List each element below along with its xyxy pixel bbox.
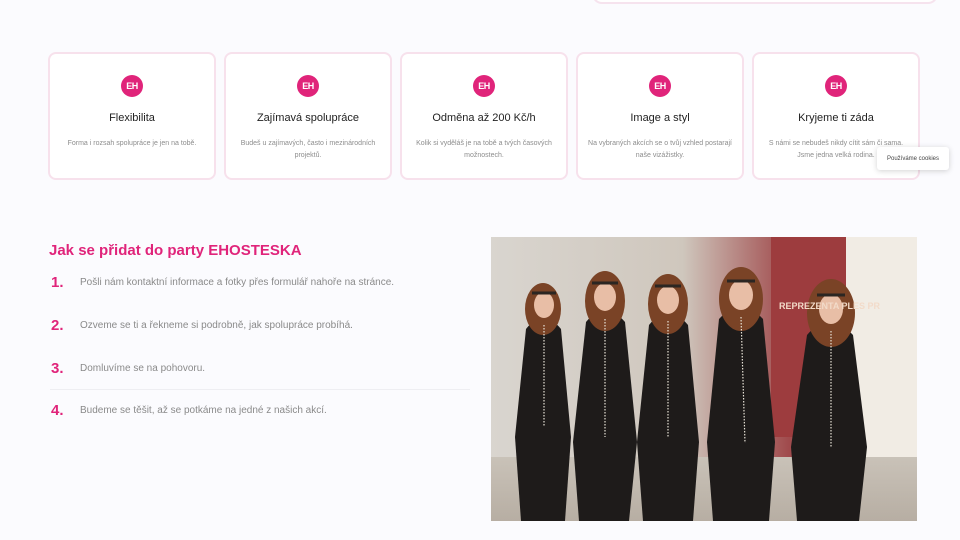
feature-title: Zajímavá spolupráce — [256, 112, 360, 124]
steps-heading: Jak se přidat do party EHOSTESKA — [49, 242, 302, 259]
feature-card-image-style: EH Image a styl Na vybraných akcích se o… — [576, 52, 744, 180]
feature-description: Na vybraných akcích se o tvůj vzhled pos… — [588, 140, 732, 159]
step-text: Budeme se těšit, až se potkáme na jedné … — [80, 405, 327, 416]
eh-logo-icon: EH — [121, 75, 143, 97]
cookie-notice[interactable]: Používáme cookies — [877, 147, 949, 170]
step-number: 3. — [51, 360, 64, 377]
eh-logo-icon: EH — [825, 75, 847, 97]
eh-logo-icon: EH — [649, 75, 671, 97]
step-number: 2. — [51, 317, 64, 334]
feature-title: Image a styl — [630, 112, 690, 124]
step-number: 4. — [51, 402, 64, 419]
step-item: 2. Ozveme se ti a řekneme si podrobně, j… — [51, 317, 353, 334]
step-item: 3. Domluvíme se na pohovoru. — [51, 360, 205, 377]
feature-description: Kolik si vyděláš je na tobě a tvých časo… — [416, 140, 552, 159]
step-item: 4. Budeme se těšit, až se potkáme na jed… — [51, 402, 327, 419]
feature-card-cooperation: EH Zajímavá spolupráce Budeš u zajímavýc… — [224, 52, 392, 180]
step-text: Pošli nám kontaktní informace a fotky př… — [80, 277, 395, 288]
hostesses-group-photo: REPREZENTA PLES PR — [491, 237, 917, 521]
feature-card-flexibility: EH Flexibilita Forma i rozsah spolupráce… — [48, 52, 216, 180]
form-card-bottom-edge — [592, 0, 938, 4]
feature-title: Odměna až 200 Kč/h — [432, 112, 536, 124]
feature-card-reward: EH Odměna až 200 Kč/h Kolik si vyděláš j… — [400, 52, 568, 180]
features-row: EH Flexibilita Forma i rozsah spolupráce… — [48, 52, 920, 180]
eh-logo-icon: EH — [473, 75, 495, 97]
eh-logo-icon: EH — [297, 75, 319, 97]
divider — [50, 389, 470, 390]
feature-title: Kryjeme ti záda — [798, 112, 874, 124]
step-text: Domluvíme se na pohovoru. — [80, 363, 206, 374]
step-item: 1. Pošli nám kontaktní informace a fotky… — [51, 274, 394, 291]
photo-poster-text: REPREZENTA PLES PR — [779, 301, 881, 311]
step-number: 1. — [51, 274, 64, 291]
feature-description: Budeš u zajímavých, často i mezinárodníc… — [240, 140, 376, 159]
feature-description: Forma i rozsah spolupráce je jen na tobě… — [67, 140, 197, 147]
feature-title: Flexibilita — [109, 112, 155, 124]
step-text: Ozveme se ti a řekneme si podrobně, jak … — [80, 320, 353, 331]
